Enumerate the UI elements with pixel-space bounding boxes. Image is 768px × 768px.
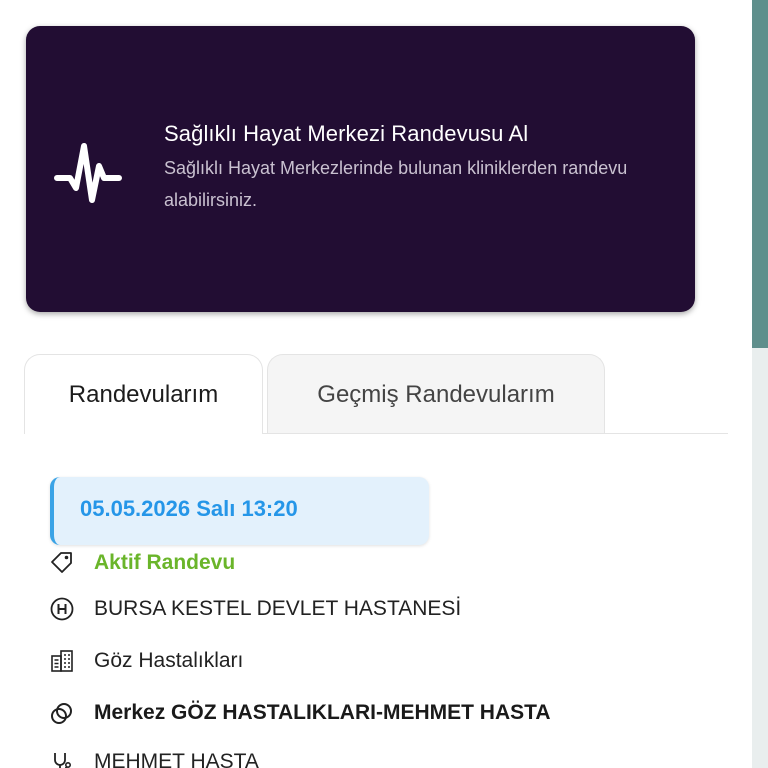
appointment-hospital: BURSA KESTEL DEVLET HASTANESİ (94, 597, 462, 620)
appointment-clinic-row: Göz Hastalıkları (48, 645, 243, 677)
hospital-icon (48, 595, 76, 623)
appointment-place: Merkez GÖZ HASTALIKLARI-MEHMET HASTA (94, 701, 551, 724)
appointment-status: Aktif Randevu (94, 551, 236, 574)
appointment-status-row: Aktif Randevu (48, 547, 235, 579)
appointment-datetime: 05.05.2026 Salı 13:20 (80, 496, 298, 521)
appointment-doctor: MEHMET HASTA (94, 750, 259, 768)
appointment-date-chip[interactable]: 05.05.2026 Salı 13:20 (50, 477, 429, 545)
building-icon (48, 647, 76, 675)
heartbeat-icon (54, 143, 122, 203)
location-icon (48, 699, 76, 727)
scrollbar-thumb[interactable] (752, 0, 768, 348)
stethoscope-icon (48, 748, 76, 768)
tag-icon (48, 549, 76, 577)
hero-title: Sağlıklı Hayat Merkezi Randevusu Al (164, 121, 529, 146)
appointment-place-row: Merkez GÖZ HASTALIKLARI-MEHMET HASTA (48, 697, 551, 729)
hero-card[interactable]: Sağlıklı Hayat Merkezi Randevusu Al Sağl… (26, 26, 695, 312)
appointment-clinic: Göz Hastalıkları (94, 649, 244, 672)
hero-description: Sağlıklı Hayat Merkezlerinde bulunan kli… (164, 158, 628, 210)
appointment-hospital-row: BURSA KESTEL DEVLET HASTANESİ (48, 593, 461, 625)
tab-randevularim[interactable]: Randevularım (24, 354, 263, 434)
appointment-doctor-row: MEHMET HASTA (48, 746, 259, 768)
tab-gecmis-randevularim[interactable]: Geçmiş Randevularım (267, 354, 605, 434)
